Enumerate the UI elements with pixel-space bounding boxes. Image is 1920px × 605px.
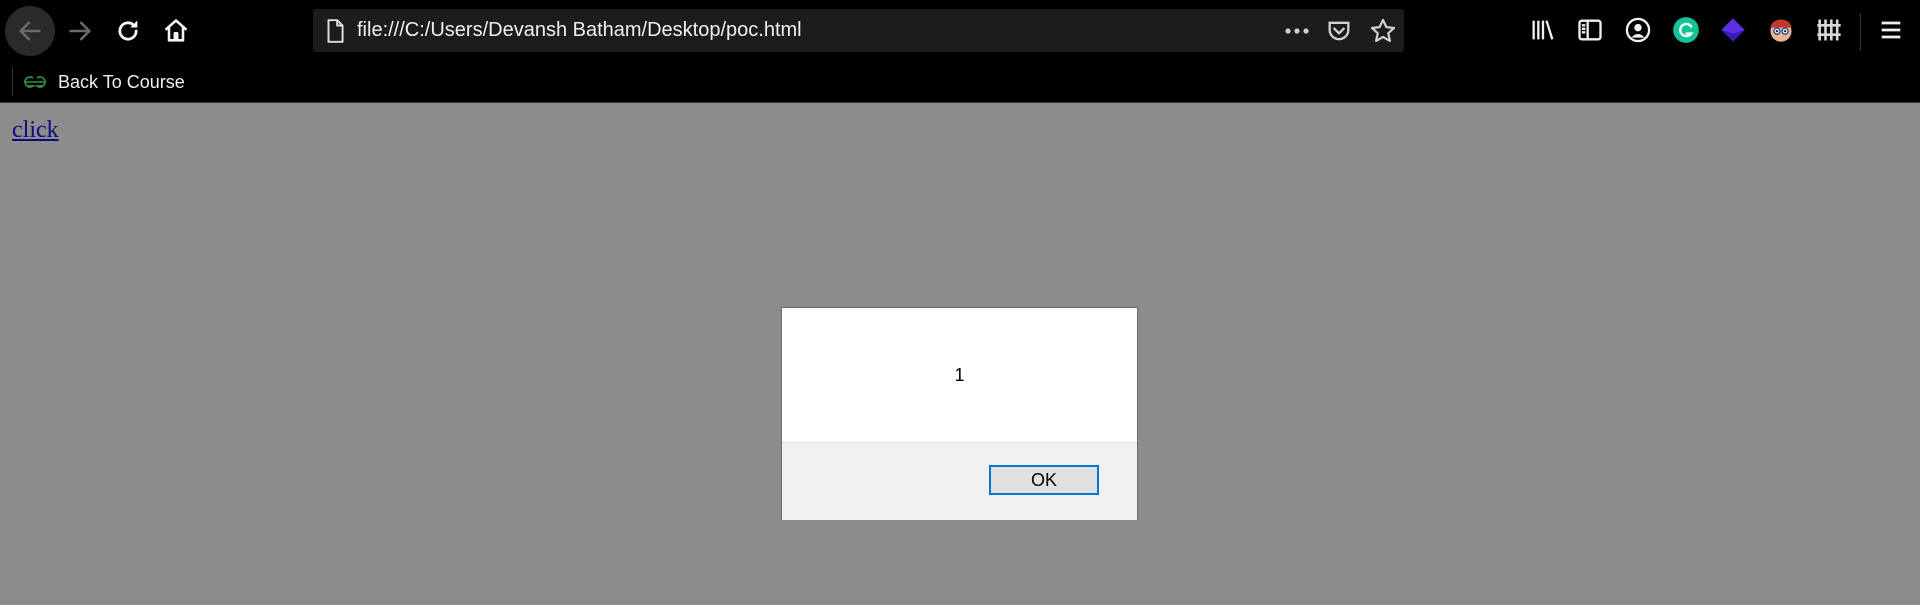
account-button[interactable] (1622, 14, 1654, 46)
navigation-toolbar: file:///C:/Users/Devansh Batham/Desktop/… (0, 0, 1920, 62)
ok-button[interactable]: OK (989, 465, 1099, 495)
url-bar[interactable]: file:///C:/Users/Devansh Batham/Desktop/… (313, 9, 1404, 52)
more-dots-icon[interactable] (1282, 17, 1312, 45)
extension-bars-button[interactable] (1813, 14, 1845, 46)
dialog-message: 1 (954, 364, 965, 385)
pocket-icon[interactable] (1325, 17, 1353, 45)
home-button[interactable] (151, 6, 201, 56)
extension-layers-button[interactable] (1717, 14, 1749, 46)
reload-button[interactable] (103, 6, 153, 56)
account-icon (1625, 17, 1651, 43)
library-icon (1532, 20, 1554, 40)
browser-window: file:///C:/Users/Devansh Batham/Desktop/… (0, 0, 1920, 605)
extension-face-button[interactable] (1765, 14, 1797, 46)
sidebar-button[interactable] (1574, 14, 1606, 46)
grammarly-icon (1673, 17, 1699, 43)
menu-button[interactable] (1875, 14, 1907, 46)
sidebar-icon (1578, 19, 1602, 41)
bookmark-label: Back To Course (58, 71, 185, 92)
bookmark-back-to-course[interactable]: Back To Course (22, 62, 185, 102)
home-icon (164, 19, 188, 42)
toolbar-divider (1860, 14, 1861, 50)
back-arrow-icon (19, 21, 41, 41)
reload-icon (118, 20, 138, 41)
back-button[interactable] (5, 6, 55, 56)
gfg-logo-icon (24, 76, 46, 88)
dialog-body: 1 (782, 308, 1137, 442)
bookmarks-separator (12, 68, 13, 96)
library-button[interactable] (1527, 14, 1559, 46)
dialog-footer: OK (782, 442, 1137, 520)
grammarly-button[interactable] (1670, 14, 1702, 46)
page-icon (327, 19, 344, 43)
bookmarks-bar: Back To Course (0, 62, 1920, 103)
extension-face-icon (1770, 19, 1792, 42)
bookmark-star-icon[interactable] (1369, 17, 1397, 45)
alert-dialog: 1 OK (781, 307, 1138, 520)
hamburger-menu-icon (1881, 21, 1901, 39)
click-link[interactable]: click (12, 117, 59, 144)
forward-button[interactable] (55, 6, 105, 56)
url-text[interactable]: file:///C:/Users/Devansh Batham/Desktop/… (357, 9, 802, 52)
extension-layers-icon (1721, 18, 1745, 42)
forward-arrow-icon (69, 21, 91, 41)
extension-bars-icon (1817, 19, 1841, 41)
